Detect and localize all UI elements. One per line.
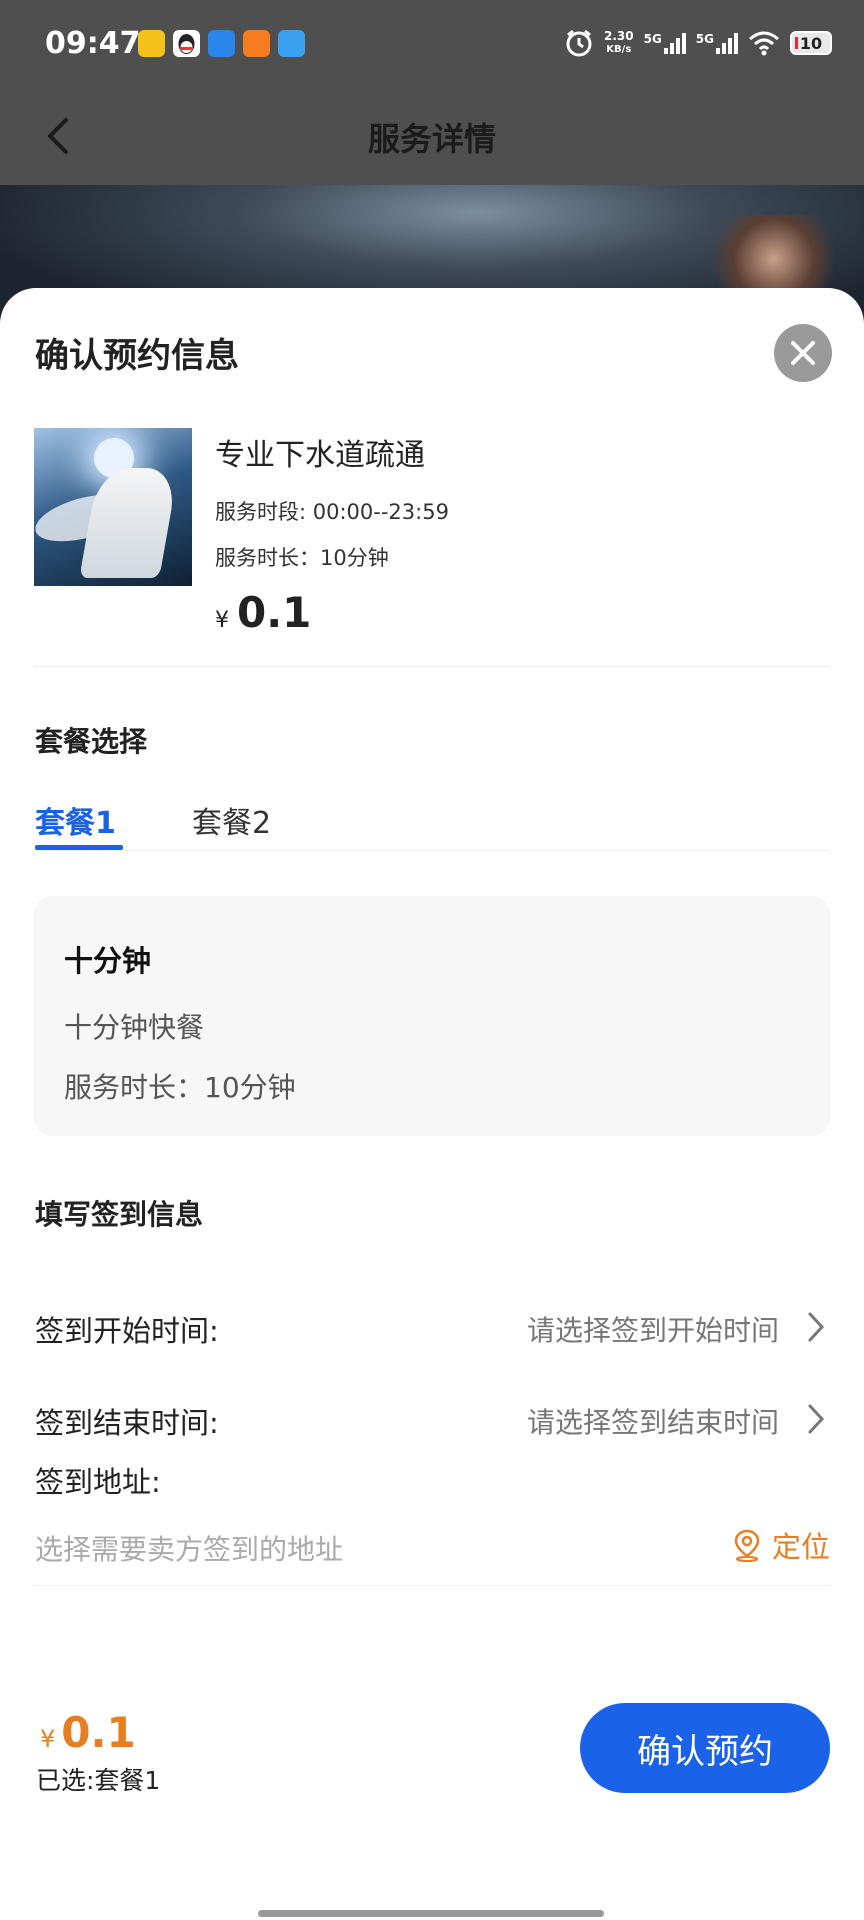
service-price: ¥0.1 (215, 588, 311, 637)
currency-symbol: ¥ (40, 1725, 56, 1753)
app-notification-icon (243, 30, 270, 57)
confirm-booking-button[interactable]: 确认预约 (580, 1703, 830, 1793)
network-speed: 2.30 KB/s (604, 30, 634, 56)
package-title: 十分钟 (64, 944, 152, 978)
app-notification-icon (208, 30, 235, 57)
service-thumbnail (34, 428, 192, 586)
price-value: 0.1 (237, 588, 312, 637)
signal-bars-icon (716, 32, 738, 54)
package-section-heading: 套餐选择 (35, 725, 148, 758)
package-tabs: 套餐1 套餐2 (35, 798, 830, 851)
app-notification-icon (278, 30, 305, 57)
top-navbar: 服务详情 (0, 90, 864, 185)
status-indicators: 2.30 KB/s 5G 5G 10 (564, 28, 832, 58)
signal-sim1-label: 5G (643, 32, 662, 46)
package-card: 十分钟 十分钟快餐 服务时长：10分钟 (34, 896, 830, 1136)
tab-package-1[interactable]: 套餐1 (35, 798, 116, 842)
selected-package-text: 已选:套餐1 (36, 1766, 161, 1795)
divider (34, 666, 830, 667)
page-title: 服务详情 (367, 120, 496, 158)
battery-level: 10 (799, 33, 823, 53)
signal-bars-icon (663, 32, 686, 54)
network-speed-unit: KB/s (606, 44, 632, 55)
location-pin-icon (734, 1529, 760, 1562)
wifi-icon (749, 31, 779, 56)
locate-button[interactable]: 定位 (732, 1524, 830, 1566)
locate-label: 定位 (771, 1530, 830, 1564)
active-tab-indicator (35, 845, 123, 850)
battery-icon: 10 (790, 31, 832, 55)
checkin-start-picker[interactable]: 请选择签到开始时间 (527, 1309, 779, 1349)
checkin-start-label: 签到开始时间: (35, 1314, 219, 1348)
checkin-section-heading: 填写签到信息 (35, 1198, 204, 1231)
package-duration: 服务时长：10分钟 (64, 1071, 296, 1104)
home-indicator[interactable] (258, 1910, 604, 1917)
booking-confirm-sheet: 确认预约信息 专业下水道疏通 服务时段: 00:00--23:59 服务时长：1… (0, 288, 864, 1920)
signal-sim1: 5G (644, 32, 686, 54)
qq-icon (173, 30, 200, 57)
status-bar: 09:47 2.30 KB/s 5G 5G 10 (0, 0, 864, 90)
service-time-slot: 服务时段: 00:00--23:59 (215, 500, 449, 524)
signal-sim2: 5G (696, 32, 738, 54)
currency-symbol: ¥ (215, 608, 229, 633)
network-speed-value: 2.30 (603, 29, 634, 43)
checkin-end-label: 签到结束时间: (35, 1406, 219, 1440)
chevron-right-icon (808, 1404, 825, 1434)
close-icon (791, 341, 815, 365)
divider (34, 1585, 830, 1586)
checkin-address-field[interactable]: 选择需要卖方签到的地址 (35, 1528, 343, 1568)
status-time: 09:47 (45, 26, 141, 61)
signal-sim2-label: 5G (695, 32, 714, 46)
close-button[interactable] (774, 324, 832, 382)
total-price: ¥0.1 (40, 1708, 136, 1757)
checkin-end-picker[interactable]: 请选择签到结束时间 (527, 1401, 779, 1441)
checkin-address-label: 签到地址: (35, 1465, 161, 1499)
notification-icons (138, 30, 305, 57)
total-value: 0.1 (61, 1708, 136, 1757)
sheet-title: 确认预约信息 (35, 336, 239, 376)
alarm-icon (566, 29, 592, 57)
chevron-right-icon (808, 1312, 825, 1342)
app-notification-icon (138, 30, 165, 57)
tab-package-2[interactable]: 套餐2 (192, 798, 271, 842)
package-description: 十分钟快餐 (64, 1011, 205, 1044)
service-duration: 服务时长：10分钟 (215, 546, 389, 570)
service-name: 专业下水道疏通 (215, 438, 425, 473)
